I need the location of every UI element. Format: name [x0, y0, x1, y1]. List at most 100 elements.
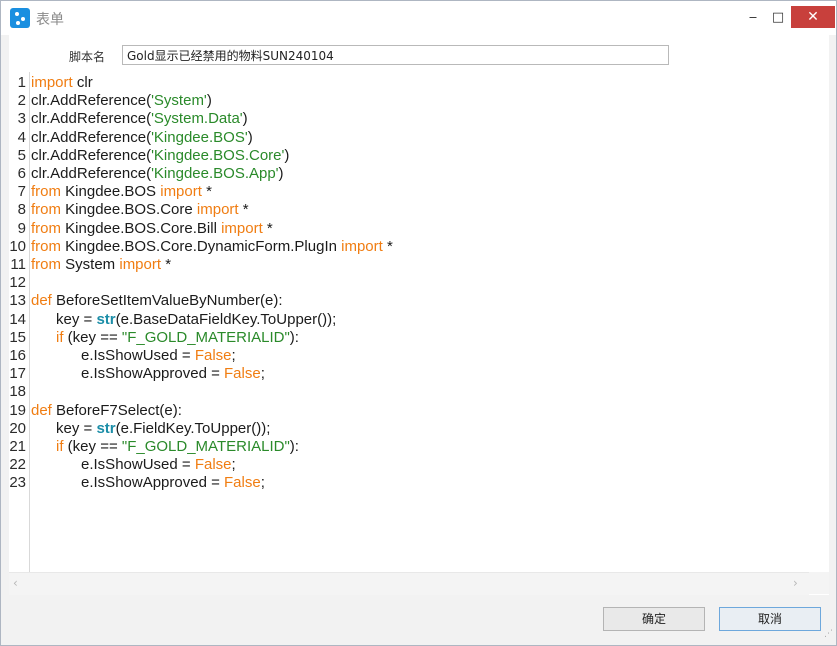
vertical-scrollbar[interactable]	[809, 72, 829, 572]
code-line[interactable]: 17 e.IsShowApproved = False;	[9, 365, 809, 383]
code-token: (key ==	[63, 328, 122, 346]
line-number: 2	[17, 92, 26, 110]
scroll-left-icon[interactable]: ‹	[13, 576, 18, 590]
string-token: 'Kingdee.BOS.Core'	[151, 146, 285, 164]
code-text: clr.AddReference('Kingdee.BOS.Core')	[31, 147, 289, 165]
window-title: 表单	[36, 12, 64, 28]
minimize-icon: ‒	[748, 9, 758, 25]
script-name-label: 脚本名	[69, 50, 106, 64]
code-line[interactable]: 3 clr.AddReference('System.Data')	[9, 110, 809, 128]
code-line[interactable]: 8 from Kingdee.BOS.Core import *	[9, 201, 809, 219]
code-token: e.IsShowApproved =	[31, 474, 225, 492]
code-line[interactable]: 14 key = str(e.BaseDataFieldKey.ToUpper(…	[9, 311, 809, 329]
string-token: "F_GOLD_MATERIALID"	[121, 438, 290, 455]
script-name-input[interactable]	[122, 45, 669, 65]
code-token: *	[382, 237, 393, 255]
code-token: Kingdee.BOS	[61, 183, 161, 201]
code-text: from Kingdee.BOS.Core.DynamicForm.PlugIn…	[31, 238, 393, 256]
maximize-button[interactable]: □	[764, 6, 792, 28]
scrollbar-corner	[809, 572, 829, 594]
string-token: 'Kingdee.BOS'	[151, 128, 248, 146]
code-line[interactable]: 21 if (key == "F_GOLD_MATERIALID"):	[9, 438, 809, 456]
horizontal-scrollbar[interactable]: ‹ ›	[9, 572, 809, 595]
code-token: (e.BaseDataFieldKey.ToUpper());	[115, 310, 337, 328]
string-token: 'System'	[151, 92, 207, 110]
code-line[interactable]: 11 from System import *	[9, 256, 809, 274]
code-line[interactable]: 4 clr.AddReference('Kingdee.BOS')	[9, 129, 809, 147]
keyword-token: from	[31, 201, 61, 219]
keyword-token: if	[56, 328, 64, 346]
string-token: 'System.Data'	[151, 110, 243, 128]
line-number: 22	[9, 456, 26, 474]
line-number: 23	[9, 474, 26, 492]
code-token: *	[161, 256, 172, 273]
code-line[interactable]: 2 clr.AddReference('System')	[9, 92, 809, 110]
code-token: ;	[260, 474, 265, 492]
code-line[interactable]: 9 from Kingdee.BOS.Core.Bill import *	[9, 220, 809, 238]
title-bar[interactable]: 表单 ‒ □ ✕	[1, 1, 836, 35]
code-line[interactable]: 13 def BeforeSetItemValueByNumber(e):	[9, 292, 809, 310]
code-line[interactable]: 23 e.IsShowApproved = False;	[9, 474, 809, 492]
line-number: 18	[9, 383, 26, 401]
code-text: import clr	[31, 74, 93, 92]
code-line[interactable]: 16 e.IsShowUsed = False;	[9, 347, 809, 365]
code-token: key =	[31, 310, 97, 328]
keyword-token: import	[196, 201, 239, 219]
resize-grip-icon[interactable]: ⋰	[824, 629, 834, 639]
keyword-token: import	[221, 219, 263, 237]
line-number: 13	[9, 292, 26, 310]
builtin-token: str	[96, 310, 116, 328]
line-number: 17	[9, 365, 26, 383]
code-token: )	[278, 165, 284, 182]
line-number: 15	[9, 328, 26, 346]
keyword-token: False	[194, 347, 232, 364]
code-line[interactable]: 15 if (key == "F_GOLD_MATERIALID"):	[9, 329, 809, 347]
keyword-token: False	[224, 365, 261, 383]
string-token: 'Kingdee.BOS.App'	[151, 165, 279, 182]
cancel-button[interactable]: 取消	[719, 607, 821, 631]
code-line[interactable]: 18	[9, 383, 809, 401]
code-text: if (key == "F_GOLD_MATERIALID"):	[31, 438, 299, 456]
code-token: ):	[289, 438, 299, 455]
code-text: clr.AddReference('Kingdee.BOS')	[31, 129, 253, 147]
line-number: 5	[17, 146, 26, 164]
code-token: ):	[289, 328, 299, 346]
code-token: clr.AddReference(	[31, 110, 152, 128]
app-logo-icon	[10, 8, 30, 28]
code-text: from Kingdee.BOS.Core.Bill import *	[31, 220, 273, 238]
code-token: ;	[231, 347, 236, 364]
code-text: e.IsShowApproved = False;	[31, 474, 265, 492]
code-line[interactable]: 10 from Kingdee.BOS.Core.DynamicForm.Plug…	[9, 238, 809, 256]
minimize-button[interactable]: ‒	[739, 6, 767, 28]
keyword-token: def	[31, 401, 52, 419]
code-text: e.IsShowUsed = False;	[31, 347, 236, 365]
code-token: BeforeF7Select(e):	[51, 401, 182, 419]
code-text: clr.AddReference('Kingdee.BOS.App')	[31, 165, 284, 183]
code-editor[interactable]: 1 import clr 2 clr.AddReference('System') 3 c…	[9, 72, 809, 572]
close-button[interactable]: ✕	[791, 6, 835, 28]
code-line[interactable]: 12	[9, 274, 809, 292]
keyword-token: from	[31, 256, 61, 273]
code-text: clr.AddReference('System')	[31, 92, 212, 110]
code-token: )	[247, 128, 253, 146]
form-window: 表单 ‒ □ ✕ 脚本名 1 import clr 2 clr.AddReferenc…	[0, 0, 837, 646]
code-line[interactable]: 22 e.IsShowUsed = False;	[9, 456, 809, 474]
ok-button[interactable]: 确定	[603, 607, 705, 631]
code-text: key = str(e.FieldKey.ToUpper());	[31, 420, 270, 438]
code-token: clr.AddReference(	[31, 92, 152, 110]
code-text: if (key == "F_GOLD_MATERIALID"):	[31, 329, 299, 347]
code-line[interactable]: 1 import clr	[9, 74, 809, 92]
code-token: e.IsShowUsed =	[31, 456, 195, 474]
code-line[interactable]: 5 clr.AddReference('Kingdee.BOS.Core')	[9, 147, 809, 165]
code-line[interactable]: 6 clr.AddReference('Kingdee.BOS.App')	[9, 165, 809, 183]
keyword-token: from	[31, 237, 61, 255]
code-line[interactable]: 20 key = str(e.FieldKey.ToUpper());	[9, 420, 809, 438]
string-token: "F_GOLD_MATERIALID"	[121, 328, 290, 346]
scroll-right-icon[interactable]: ›	[793, 576, 798, 590]
maximize-icon: □	[771, 9, 785, 25]
code-line[interactable]: 19 def BeforeF7Select(e):	[9, 402, 809, 420]
code-line[interactable]: 7 from Kingdee.BOS import *	[9, 183, 809, 201]
code-token: clr	[72, 74, 93, 91]
